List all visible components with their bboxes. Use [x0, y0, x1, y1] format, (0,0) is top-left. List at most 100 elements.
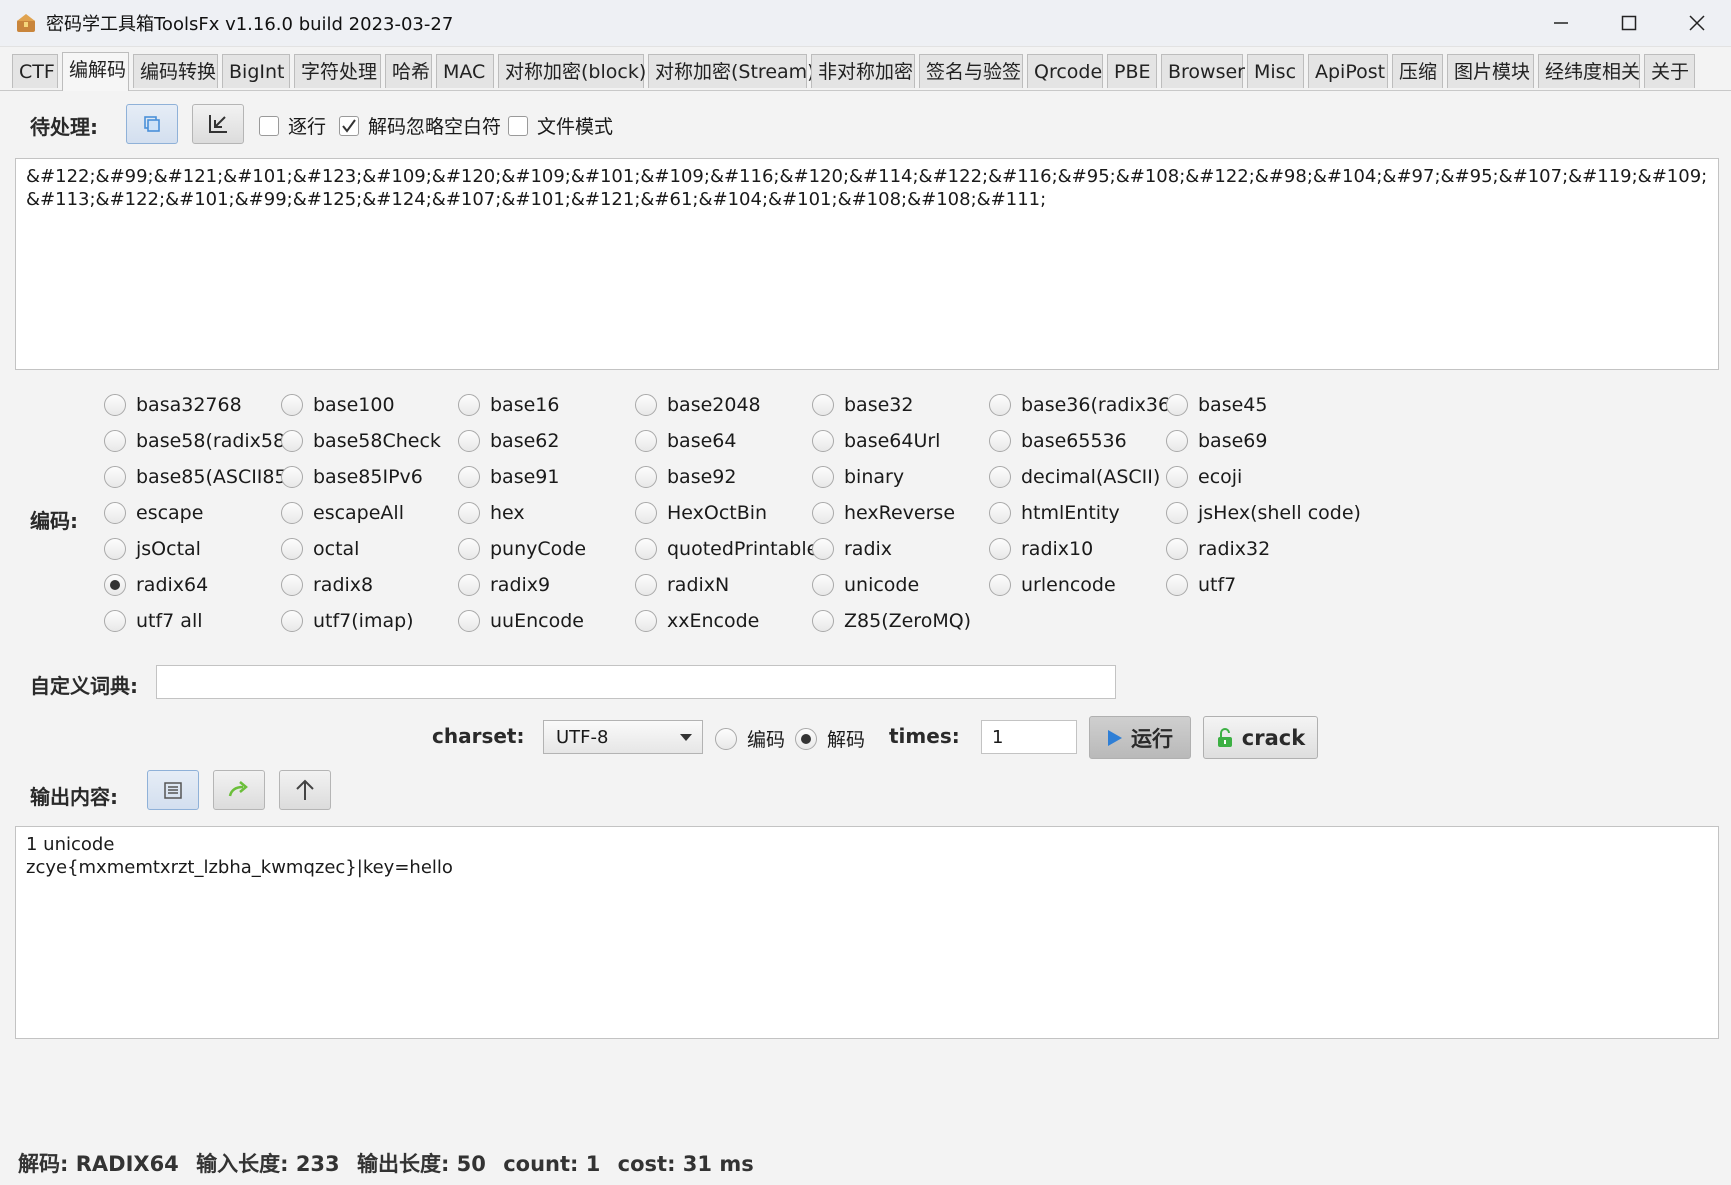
tab-0[interactable]: CTF — [12, 54, 58, 88]
encoding-radio[interactable]: base85(ASCII85) — [104, 466, 294, 488]
run-button[interactable]: 运行 — [1089, 716, 1191, 759]
encoding-radio[interactable]: ecoji — [1166, 466, 1242, 488]
encoding-radio[interactable]: base62 — [458, 430, 559, 452]
line-by-line-checkbox[interactable]: 逐行 — [259, 112, 326, 139]
encoding-radio[interactable]: utf7 — [1166, 574, 1236, 596]
radio-indicator — [104, 502, 126, 524]
encoding-radio[interactable]: base65536 — [989, 430, 1127, 452]
tab-11[interactable]: Qrcode — [1027, 54, 1103, 88]
encoding-radio[interactable]: hex — [458, 502, 525, 524]
tab-12[interactable]: PBE — [1107, 54, 1157, 88]
tab-10[interactable]: 签名与验签 — [919, 54, 1023, 88]
encoding-radio[interactable]: jsHex(shell code) — [1166, 502, 1361, 524]
encoding-radio[interactable]: Z85(ZeroMQ) — [812, 610, 971, 632]
encoding-radio[interactable]: base58(radix58) — [104, 430, 293, 452]
encoding-radio[interactable]: base64 — [635, 430, 736, 452]
file-mode-checkbox[interactable]: 文件模式 — [508, 112, 613, 139]
encoding-radio[interactable]: jsOctal — [104, 538, 201, 560]
tab-1[interactable]: 编解码 — [62, 52, 129, 91]
output-textarea[interactable]: 1 unicode zcye{mxmemtxrzt_lzbha_kwmqzec}… — [15, 826, 1719, 1039]
times-input[interactable]: 1 — [981, 720, 1077, 754]
encoding-radio[interactable]: base92 — [635, 466, 736, 488]
encoding-radio[interactable]: HexOctBin — [635, 502, 767, 524]
tab-19[interactable]: 关于 — [1644, 54, 1695, 88]
tab-6[interactable]: MAC — [436, 54, 494, 88]
radio-indicator — [812, 502, 834, 524]
encoding-radio[interactable]: radix — [812, 538, 892, 560]
encoding-radio[interactable]: basa32768 — [104, 394, 242, 416]
tab-7[interactable]: 对称加密(block) — [498, 54, 646, 88]
encoding-radio[interactable]: utf7(imap) — [281, 610, 414, 632]
copy-input-button[interactable] — [126, 104, 178, 144]
encoding-radio[interactable]: binary — [812, 466, 904, 488]
encoding-radio[interactable]: escapeAll — [281, 502, 404, 524]
input-textarea[interactable]: &#122;&#99;&#121;&#101;&#123;&#109;&#120… — [15, 158, 1719, 370]
encoding-radio[interactable]: unicode — [812, 574, 919, 596]
radio-indicator — [104, 430, 126, 452]
encoding-radio[interactable]: base91 — [458, 466, 559, 488]
close-button[interactable] — [1663, 0, 1731, 46]
encoding-radio[interactable]: base85IPv6 — [281, 466, 423, 488]
encoding-radio-label: hex — [490, 502, 525, 524]
encoding-radio[interactable]: radix10 — [989, 538, 1093, 560]
tab-15[interactable]: ApiPost — [1308, 54, 1388, 88]
encoding-radio[interactable]: base32 — [812, 394, 913, 416]
tab-3[interactable]: BigInt — [222, 54, 290, 88]
encoding-radio[interactable]: xxEncode — [635, 610, 759, 632]
radio-indicator — [635, 610, 657, 632]
tab-16[interactable]: 压缩 — [1392, 54, 1443, 88]
close-icon — [1689, 15, 1705, 31]
custom-dict-input[interactable] — [156, 665, 1116, 699]
mode-decode-label: 解码 — [827, 729, 866, 751]
tab-18[interactable]: 经纬度相关 — [1538, 54, 1640, 88]
encoding-radio[interactable]: radixN — [635, 574, 729, 596]
encoding-radio[interactable]: base36(radix36) — [989, 394, 1178, 416]
encoding-radio[interactable]: radix32 — [1166, 538, 1270, 560]
import-button[interactable] — [192, 104, 244, 144]
encoding-radio[interactable]: base69 — [1166, 430, 1267, 452]
tab-17[interactable]: 图片模块 — [1447, 54, 1534, 88]
encoding-radio-label: decimal(ASCII) — [1021, 466, 1161, 488]
tab-5[interactable]: 哈希 — [385, 54, 432, 88]
radio-indicator — [1166, 466, 1188, 488]
status-count: count: 1 — [503, 1152, 601, 1176]
forward-output-button[interactable] — [213, 770, 265, 810]
tab-13[interactable]: Browser — [1161, 54, 1245, 88]
encoding-radio[interactable]: urlencode — [989, 574, 1116, 596]
encoding-radio[interactable]: utf7 all — [104, 610, 203, 632]
encoding-radio[interactable]: escape — [104, 502, 203, 524]
maximize-button[interactable] — [1595, 0, 1663, 46]
encoding-radio[interactable]: octal — [281, 538, 359, 560]
tab-2[interactable]: 编码转换 — [133, 54, 218, 88]
encoding-radio[interactable]: base58Check — [281, 430, 441, 452]
encoding-radio[interactable]: hexReverse — [812, 502, 955, 524]
encoding-radio[interactable]: radix64 — [104, 574, 208, 596]
encoding-radio[interactable]: base45 — [1166, 394, 1267, 416]
minimize-button[interactable] — [1527, 0, 1595, 46]
copy-output-button[interactable] — [147, 770, 199, 810]
encoding-radio-label: hexReverse — [844, 502, 956, 524]
encoding-radio[interactable]: base64Url — [812, 430, 940, 452]
encoding-radio[interactable]: decimal(ASCII) — [989, 466, 1160, 488]
tab-9[interactable]: 非对称加密 — [811, 54, 915, 88]
mode-decode-radio[interactable]: 解码 — [795, 725, 865, 752]
encoding-radio[interactable]: uuEncode — [458, 610, 584, 632]
crack-button[interactable]: crack — [1203, 716, 1318, 759]
encoding-radio[interactable]: htmlEntity — [989, 502, 1120, 524]
tab-8[interactable]: 对称加密(Stream) — [648, 54, 815, 88]
encoding-radio[interactable]: punyCode — [458, 538, 586, 560]
encoding-radio[interactable]: base16 — [458, 394, 559, 416]
ignore-whitespace-checkbox[interactable]: 解码忽略空白符 — [339, 112, 501, 139]
encoding-radio[interactable]: quotedPrintable — [635, 538, 818, 560]
encoding-radio[interactable]: base2048 — [635, 394, 761, 416]
encoding-radio[interactable]: radix8 — [281, 574, 373, 596]
tab-4[interactable]: 字符处理 — [294, 54, 381, 88]
mode-encode-label: 编码 — [747, 729, 786, 751]
move-up-button[interactable] — [279, 770, 331, 810]
tab-14[interactable]: Misc — [1247, 54, 1304, 88]
encoding-radio[interactable]: radix9 — [458, 574, 550, 596]
charset-select[interactable]: UTF-8 — [543, 720, 703, 754]
radio-indicator — [1166, 538, 1188, 560]
encoding-radio[interactable]: base100 — [281, 394, 395, 416]
mode-encode-radio[interactable]: 编码 — [715, 725, 785, 752]
